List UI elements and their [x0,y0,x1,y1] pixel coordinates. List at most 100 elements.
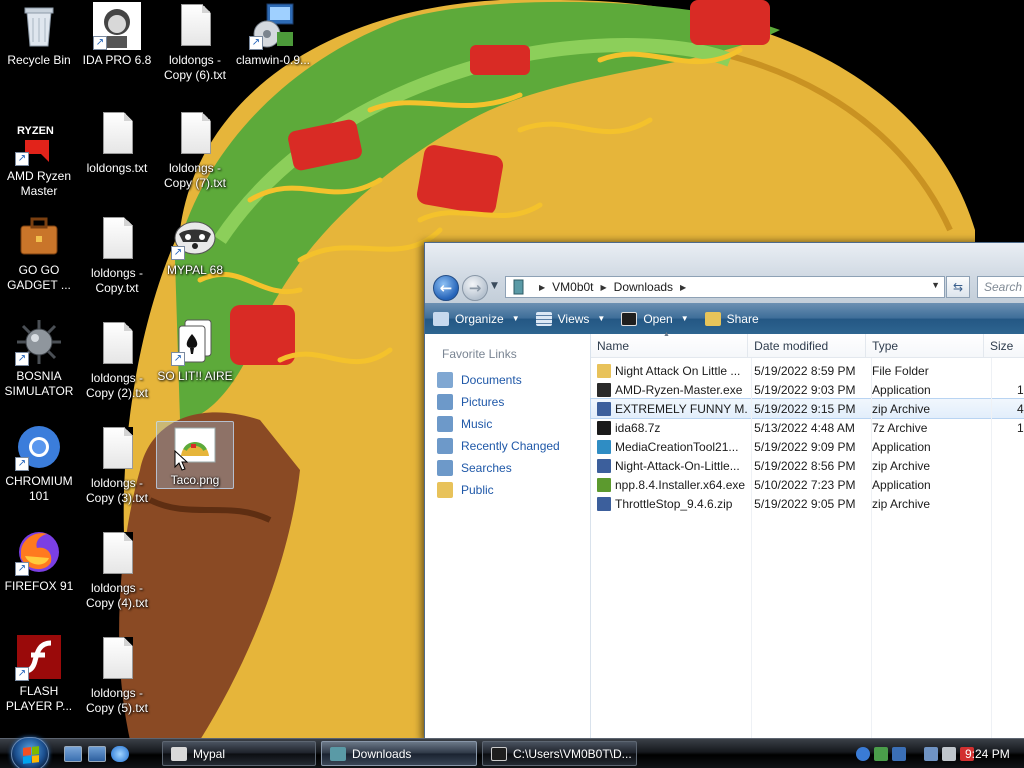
desktop-icon-loldongs-copy-3[interactable]: loldongs - Copy (3).txt [78,425,156,506]
text-file-icon [171,2,219,50]
file-name-cell: EXTREMELY FUNNY M... [591,401,748,416]
taskbar-button-mypal[interactable]: Mypal [162,741,316,766]
back-arrow-icon: ← [439,279,453,297]
file-name-cell: ThrottleStop_9.4.6.zip [591,496,748,511]
file-row[interactable]: ThrottleStop_9.4.6.zip 5/19/2022 9:05 PM z… [591,494,1024,513]
file-type-cell: zip Archive [872,401,931,416]
column-header-size[interactable]: Size [984,334,1024,357]
desktop-icon-recycle-bin[interactable]: Recycle Bin [0,2,78,68]
file-date-cell: 5/13/2022 4:48 AM [754,420,855,435]
tray-app-icon[interactable] [892,747,906,761]
recent-pages-dropdown[interactable]: ▼ [491,281,498,291]
desktop-icon-loldongs-copy-4[interactable]: loldongs - Copy (4).txt [78,530,156,611]
nav-link-pictures[interactable]: Pictures [425,391,590,413]
volume-muted-icon[interactable] [942,747,956,761]
file-size-cell: 412 [1016,401,1024,416]
navigation-pane: Favorite Links Documents Pictures Music … [425,334,591,741]
file-row[interactable]: MediaCreationTool21... 5/19/2022 9:09 PM A… [591,437,1024,456]
address-bar[interactable]: ▶ VM0b0t ▶ Downloads ▶ ▼ [505,276,945,298]
bluetooth-icon[interactable] [856,747,870,761]
share-button[interactable]: Share [697,303,767,334]
file-date-cell: 5/19/2022 9:03 PM [754,382,856,397]
organize-button[interactable]: Organize ▼ [425,303,528,334]
desktop-icon-amd-ryzen-master[interactable]: RYZEN ↗ AMD Ryzen Master [0,118,78,199]
file-row[interactable]: EXTREMELY FUNNY M... 5/19/2022 9:15 PM zip… [590,398,1024,419]
file-name-cell: Night Attack On Little ... [591,363,748,378]
desktop-icon-loldongs-copy-2[interactable]: loldongs - Copy (2).txt [78,320,156,401]
taskbar-button-7zip[interactable]: C:\Users\VM0B0T\D... [482,741,637,766]
7zip-icon [621,311,638,326]
zip-archive-icon [597,496,611,511]
file-name-cell: npp.8.4.Installer.x64.exe [591,477,748,492]
chevron-down-icon: ▼ [680,314,689,323]
breadcrumb-downloads[interactable]: Downloads [614,280,673,294]
desktop-icon-label: loldongs - Copy (2).txt [85,371,148,400]
desktop-icon-loldongs-copy-5[interactable]: loldongs - Copy (5).txt [78,635,156,716]
start-button[interactable] [11,737,49,768]
desktop-icon-label: loldongs - Copy (6).txt [163,53,226,82]
desktop-icon-loldongs-copy-6[interactable]: loldongs - Copy (6).txt [156,2,234,83]
desktop-icon-ida-pro[interactable]: ↗ IDA PRO 6.8 [78,2,156,68]
network-icon[interactable] [924,747,938,761]
solitaire-card-icon: ↗ [171,318,219,366]
documents-icon [437,372,453,388]
nav-link-searches[interactable]: Searches [425,457,590,479]
recycle-bin-icon [15,2,63,50]
show-desktop-icon[interactable] [64,746,82,762]
briefcase-icon [15,212,63,260]
file-row[interactable]: Night Attack On Little ... 5/19/2022 8:59… [591,361,1024,380]
desktop-icon-solitaire[interactable]: ↗ SO LIT!! AIRE [156,318,234,384]
desktop-icon-loldongs-copy[interactable]: loldongs - Copy.txt [78,215,156,296]
desktop-icon-mypal[interactable]: ↗ MYPAL 68 [156,212,234,278]
desktop-icon-loldongs-copy-7[interactable]: loldongs - Copy (7).txt [156,110,234,191]
desktop-icon-loldongs[interactable]: loldongs.txt [78,110,156,176]
desktop-icon-flash-player[interactable]: ↗ FLASH PLAYER P... [0,633,78,714]
nav-link-recently-changed[interactable]: Recently Changed [425,435,590,457]
desktop-icon-label: loldongs - Copy.txt [90,266,144,295]
desktop-icon-label: FLASH PLAYER P... [5,684,73,713]
taskbar-button-downloads[interactable]: Downloads [321,741,477,766]
desktop-icon-go-go-gadget[interactable]: GO GO GADGET ... [0,212,78,293]
file-type-cell: 7z Archive [872,420,928,435]
spiked-mine-icon: ↗ [15,318,63,366]
tray-app-icon[interactable] [874,747,888,761]
address-dropdown-icon[interactable]: ▼ [931,280,940,290]
desktop-icon-label: clamwin-0.9... [235,53,311,67]
switch-windows-icon[interactable] [88,746,106,762]
7zip-icon [491,746,507,761]
file-date-cell: 5/10/2022 7:23 PM [754,477,856,492]
nav-link-documents[interactable]: Documents [425,369,590,391]
forward-button[interactable]: → [462,275,488,301]
favorite-links-title: Favorite Links [442,347,517,361]
open-button[interactable]: Open ▼ [613,303,696,334]
nav-link-public[interactable]: Public [425,479,590,501]
internet-explorer-icon[interactable] [111,746,129,762]
file-row[interactable]: ida68.7z 5/13/2022 4:48 AM 7z Archive 167 [591,418,1024,437]
desktop-icon-clamwin[interactable]: ↗ clamwin-0.9... [234,2,312,68]
windows-logo-icon [23,746,39,764]
desktop-icon-label: loldongs - Copy (5).txt [85,686,148,715]
column-header-type[interactable]: Type [866,334,984,357]
desktop-icon-firefox[interactable]: ↗ FIREFOX 91 [0,528,78,594]
back-button[interactable]: ← [433,275,459,301]
chevron-down-icon: ▼ [511,314,520,323]
mouse-cursor-icon [174,450,188,471]
column-header-date[interactable]: Date modified [748,334,867,357]
desktop-icon-bosnia-simulator[interactable]: ↗ BOSNIA SIMULATOR [0,318,78,399]
desktop-icon-chromium[interactable]: ↗ CHROMIUM 101 [0,423,78,504]
file-row[interactable]: Night-Attack-On-Little... 5/19/2022 8:56 … [591,456,1024,475]
desktop-icon-taco-png[interactable]: Taco.png [156,421,234,489]
file-size-cell: 167 [1016,420,1024,435]
views-button[interactable]: Views ▼ [528,303,614,334]
search-input[interactable]: Search [977,276,1024,298]
breadcrumb-root[interactable]: VM0b0t [552,280,593,294]
taskbar-clock[interactable]: 9:24 PM [965,747,1010,761]
desktop-icon-label: IDA PRO 6.8 [82,53,152,67]
refresh-button[interactable]: ⇆ [946,276,970,298]
file-row[interactable]: AMD-Ryzen-Master.exe 5/19/2022 9:03 PM App… [591,380,1024,399]
nav-link-music[interactable]: Music [425,413,590,435]
app-exe-icon [597,382,611,397]
column-header-name[interactable]: ▲ Name [591,331,749,357]
taskbar: Mypal Downloads C:\Users\VM0B0T\D... 9:2… [0,737,1024,768]
file-row[interactable]: npp.8.4.Installer.x64.exe 5/10/2022 7:23 … [591,475,1024,494]
